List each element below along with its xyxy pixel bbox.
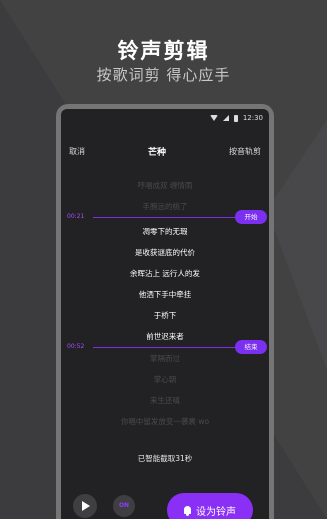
song-title: 芒种: [147, 147, 166, 158]
lyric-line-selected[interactable]: 于桥下: [61, 310, 269, 321]
bell-icon: [184, 506, 191, 516]
status-time: 12:30: [242, 114, 263, 122]
wifi-icon: [209, 115, 218, 121]
cancel-button[interactable]: 取消: [69, 146, 85, 157]
lyric-line-selected[interactable]: 凋零下的无瑕: [61, 226, 269, 237]
lyric-line[interactable]: 哼唱成双 缠情雨: [61, 180, 269, 191]
lyric-line-selected[interactable]: 是收获谜底的代价: [61, 247, 269, 258]
signal-icon: [222, 115, 229, 121]
cut-by-track-button[interactable]: 按音轨剪: [229, 146, 261, 157]
end-handle[interactable]: 结束: [235, 340, 267, 354]
hero-subtitle: 按歌词剪 得心应手: [96, 66, 231, 84]
top-bar: 取消 芒种 按音轨剪: [61, 143, 269, 159]
fade-toggle-button[interactable]: ON: [113, 495, 135, 517]
set-ringtone-button[interactable]: 设为铃声: [167, 493, 253, 519]
start-handle[interactable]: 开始: [235, 210, 267, 224]
lyric-line[interactable]: 来生还嗔: [61, 395, 269, 406]
lyric-line[interactable]: 你唱中留发放变一袭裹 wo: [61, 416, 269, 427]
auto-clip-note: 已智能截取31秒: [137, 454, 193, 463]
end-marker[interactable]: 00:52 结束: [61, 340, 269, 354]
lyric-line[interactable]: 掌心朝: [61, 374, 269, 385]
start-line: [93, 217, 245, 218]
lyric-line-selected[interactable]: 他洒下手中牵挂: [61, 289, 269, 300]
lyric-line[interactable]: 掌隔而过: [61, 353, 269, 364]
start-marker[interactable]: 00:21 开始: [61, 210, 269, 224]
set-ringtone-label: 设为铃声: [196, 506, 236, 518]
lyric-line-selected[interactable]: 余晖沾上 远行人的发: [61, 268, 269, 279]
phone-screen: 12:30 取消 芒种 按音轨剪 哼唱成双 缠情雨 手腕远的桃了 00:21 开…: [61, 109, 269, 519]
phone-frame: 12:30 取消 芒种 按音轨剪 哼唱成双 缠情雨 手腕远的桃了 00:21 开…: [56, 104, 274, 519]
battery-icon: [233, 114, 238, 122]
end-time: 00:52: [67, 343, 85, 350]
background-facet: [267, 120, 327, 370]
end-line: [93, 347, 245, 348]
start-time: 00:21: [67, 213, 85, 220]
status-bar: 12:30: [61, 109, 269, 127]
hero-title: 铃声剪辑: [117, 39, 210, 63]
play-button[interactable]: [73, 494, 97, 518]
